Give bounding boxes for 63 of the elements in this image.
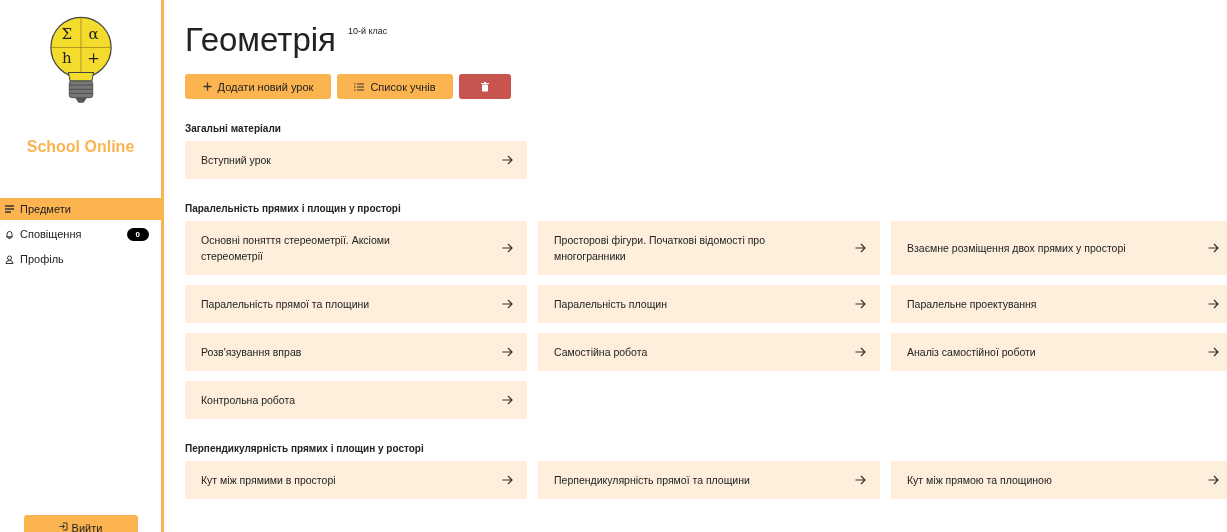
lesson-title: Вступний урок [201,153,272,168]
arrow-right-icon [502,395,513,405]
bell-icon [5,229,14,239]
list-icon [354,82,365,91]
lesson-card[interactable]: Контрольна робота [185,381,527,419]
arrow-right-icon [502,347,513,357]
lesson-card[interactable]: Самостійна робота [538,333,880,371]
nav-item[interactable]: Профіль [0,248,161,270]
lesson-card[interactable]: Паралельне проектування [891,285,1227,323]
section-title: Перпендикулярність прямих і площин у росторі [185,443,425,454]
lesson-card[interactable]: Просторові фігури. Початкові відомості про многогранники [538,221,880,275]
lesson-card[interactable]: Вступний урок [185,141,527,179]
lesson-title: Кут між прямою та площиною [907,473,1053,488]
logout-icon [58,522,68,531]
plus-icon [202,82,212,91]
lesson-card[interactable]: Паралельність прямої та площини [185,285,527,323]
lesson-title: Самостійна робота [554,345,649,360]
lesson-card[interactable]: Основні поняття стереометрії. Аксіоми стереометрії [185,221,527,275]
lesson-title: Взаємне розміщення двох прямих у просторі [907,241,1127,256]
arrow-right-icon [1208,243,1219,253]
lesson-card[interactable]: Кут між прямою та площиною [891,461,1227,499]
grade-label: 10-й клас [348,26,388,36]
lesson-title: Контрольна робота [201,393,296,408]
lesson-title: Паралельність прямої та площини [201,297,371,312]
brand-name: School Online [26,138,135,156]
lesson-card[interactable]: Розв'язування вправ [185,333,527,371]
arrow-right-icon [502,299,513,309]
lesson-title: Аналіз самостійної роботи [907,345,1037,360]
arrow-right-icon [1208,299,1219,309]
arrow-right-icon [855,243,866,253]
lesson-title: Паралельність площин [554,297,668,312]
count-badge: 0 [126,227,149,241]
arrow-right-icon [502,475,513,485]
add-lesson-button[interactable]: Додати новий урок [185,74,331,99]
arrow-right-icon [502,155,513,165]
lesson-title: Кут між прямими в просторі [201,473,337,488]
lesson-title: Основні поняття стереометрії. Аксіоми стереометрії [201,233,391,264]
person-icon [5,254,14,264]
lesson-title: Просторові фігури. Початкові відомості про многогранники [554,233,767,264]
arrow-right-icon [1208,347,1219,357]
arrow-right-icon [502,243,513,253]
arrow-right-icon [1208,475,1219,485]
delete-button[interactable] [459,74,511,99]
lesson-title: Паралельне проектування [907,297,1038,312]
logout-button[interactable]: Вийти [23,515,138,532]
lesson-card[interactable]: Аналіз самостійної роботи [891,333,1227,371]
page-title: Геометрія [185,20,336,60]
student-list-button[interactable]: Список учнів [337,74,453,99]
lesson-card[interactable]: Кут між прямими в просторі [185,461,527,499]
lesson-card[interactable]: Перпендикулярність прямої та площини [538,461,880,499]
nav-item[interactable]: Сповіщення 0 [0,223,161,245]
lesson-card[interactable]: Взаємне розміщення двох прямих у просторі [891,221,1227,275]
nav-item[interactable]: Предмети [0,198,161,220]
arrow-right-icon [855,299,866,309]
lesson-title: Перпендикулярність прямої та площини [554,473,751,488]
arrow-right-icon [855,475,866,485]
trash-icon [481,81,489,92]
section-title: Паралельність прямих і площин у просторі [185,203,402,214]
lesson-card[interactable]: Паралельність площин [538,285,880,323]
menu-icon [5,205,14,213]
arrow-right-icon [855,347,866,357]
lesson-title: Розв'язування вправ [201,345,303,360]
section-title: Загальні матеріали [185,123,282,134]
